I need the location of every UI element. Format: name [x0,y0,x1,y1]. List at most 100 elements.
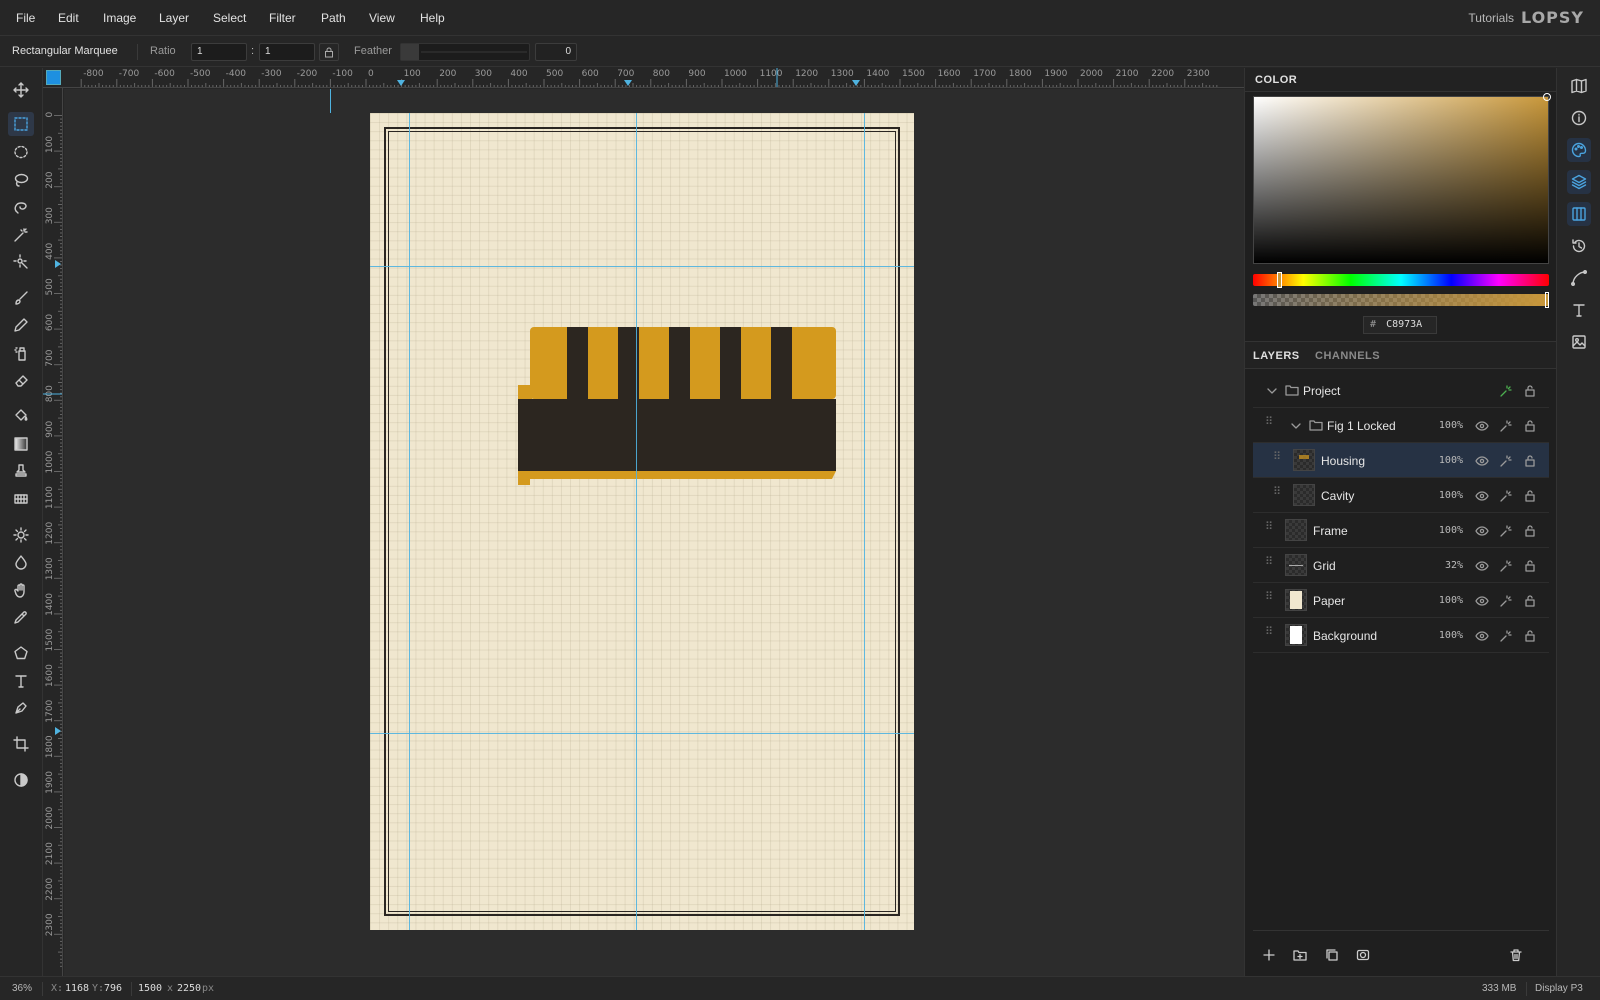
tab-color[interactable]: COLOR [1255,74,1297,86]
text-tool[interactable] [8,669,34,693]
ratio-height-input[interactable]: 1 [259,43,315,61]
lock-icon[interactable] [1523,384,1537,398]
effects-icon[interactable] [1499,629,1513,643]
pen-tool[interactable] [8,696,34,720]
lasso-tool[interactable] [8,168,34,192]
ruler-vertical[interactable]: 0 100 200 300 400 500 600 700 800 900 1000 1100 1200… [43,88,63,976]
gradient-tool[interactable] [8,432,34,456]
eraser-tool[interactable] [8,368,34,392]
dodge-tool[interactable] [8,523,34,547]
tab-layers[interactable]: LAYERS [1253,350,1300,362]
guide-vertical[interactable] [864,113,865,930]
hand-tool[interactable] [8,578,34,602]
menu-view[interactable]: View [369,11,395,25]
alpha-slider[interactable] [1253,294,1549,306]
eyedropper-tool[interactable] [8,605,34,629]
hex-input[interactable]: # C8973A [1363,316,1437,334]
color-saturation-field[interactable] [1253,96,1549,264]
lock-icon[interactable] [1523,594,1537,608]
guide-marker[interactable] [624,80,632,86]
add-layer-icon[interactable] [1262,948,1276,962]
link-effects-icon[interactable] [1499,384,1513,398]
effects-icon[interactable] [1499,594,1513,608]
chevron-down-icon[interactable] [1265,384,1279,398]
lock-icon[interactable] [1523,524,1537,538]
eye-icon[interactable] [1475,454,1489,468]
guide-vertical[interactable] [409,113,410,930]
color-swap-tool[interactable] [8,768,34,792]
zoom-level[interactable]: 36% [12,983,32,994]
drag-handle-icon[interactable]: ⠿ [1265,592,1273,606]
new-folder-icon[interactable] [1293,948,1307,962]
layer-row-cavity[interactable]: ⠿ Cavity 100% [1253,478,1549,513]
menu-filter[interactable]: Filter [269,11,296,25]
feather-input[interactable]: 0 [535,43,577,61]
effects-icon[interactable] [1499,419,1513,433]
lock-icon[interactable] [1523,419,1537,433]
eye-icon[interactable] [1475,524,1489,538]
drag-handle-icon[interactable]: ⠿ [1273,452,1281,466]
menu-file[interactable]: File [16,11,35,25]
effects-icon[interactable] [1499,524,1513,538]
guide-horizontal[interactable] [370,733,914,734]
guide-vertical[interactable] [636,113,637,930]
hue-slider[interactable] [1253,274,1549,286]
spray-tool[interactable] [8,341,34,365]
feather-slider[interactable] [400,43,530,61]
tab-channels[interactable]: CHANNELS [1315,350,1380,362]
drag-handle-icon[interactable]: ⠿ [1265,522,1273,536]
quick-select-tool[interactable] [8,250,34,274]
menu-path[interactable]: Path [321,11,346,25]
ruler-origin-button[interactable] [46,70,61,85]
eye-icon[interactable] [1475,559,1489,573]
canvas-area[interactable] [64,89,1244,976]
duplicate-layer-icon[interactable] [1325,948,1339,962]
move-tool[interactable] [8,78,34,102]
menu-image[interactable]: Image [103,11,136,25]
layer-row-background[interactable]: ⠿ Background 100% [1253,618,1549,653]
magnetic-lasso-tool[interactable] [8,195,34,219]
color-panel-button[interactable] [1567,138,1591,162]
pencil-tool[interactable] [8,313,34,337]
image-adjust-button[interactable] [1567,330,1591,354]
menu-select[interactable]: Select [213,11,246,25]
layer-row-project[interactable]: Project [1253,373,1549,408]
chevron-down-icon[interactable] [1289,419,1303,433]
fill-tool[interactable] [8,404,34,428]
lock-icon[interactable] [1523,454,1537,468]
effects-icon[interactable] [1499,489,1513,503]
layer-row-frame[interactable]: ⠿ Frame 100% [1253,513,1549,548]
drag-handle-icon[interactable]: ⠿ [1265,417,1273,431]
stamp-tool[interactable] [8,459,34,483]
eye-icon[interactable] [1475,629,1489,643]
ellipse-marquee-tool[interactable] [8,140,34,164]
drag-handle-icon[interactable]: ⠿ [1265,557,1273,571]
guide-marker[interactable] [852,80,860,86]
layer-row-fig-1-locked[interactable]: ⠿ Fig 1 Locked 100% [1253,408,1549,443]
delete-layer-icon[interactable] [1509,948,1523,962]
info-button[interactable] [1567,106,1591,130]
eye-icon[interactable] [1475,594,1489,608]
pattern-tool[interactable] [8,487,34,511]
ratio-lock-button[interactable] [319,43,339,61]
magic-wand-tool[interactable] [8,223,34,247]
alpha-slider-thumb[interactable] [1545,292,1549,308]
color-picker-handle[interactable] [1543,93,1551,101]
columns-panel-button[interactable] [1567,202,1591,226]
layers-panel-button[interactable] [1567,170,1591,194]
paths-button[interactable] [1567,266,1591,290]
layer-row-grid[interactable]: ⠿ Grid 32% [1253,548,1549,583]
drag-handle-icon[interactable]: ⠿ [1265,627,1273,641]
menu-layer[interactable]: Layer [159,11,189,25]
lock-icon[interactable] [1523,629,1537,643]
brush-tool[interactable] [8,286,34,310]
tutorials-link[interactable]: Tutorials [1468,11,1514,25]
eye-icon[interactable] [1475,419,1489,433]
hue-slider-thumb[interactable] [1277,272,1282,288]
document-canvas[interactable] [370,113,914,930]
history-button[interactable] [1567,234,1591,258]
layer-row-housing[interactable]: ⠿ Housing 100% [1253,443,1549,478]
navigator-button[interactable] [1567,74,1591,98]
crop-tool[interactable] [8,732,34,756]
character-button[interactable] [1567,298,1591,322]
